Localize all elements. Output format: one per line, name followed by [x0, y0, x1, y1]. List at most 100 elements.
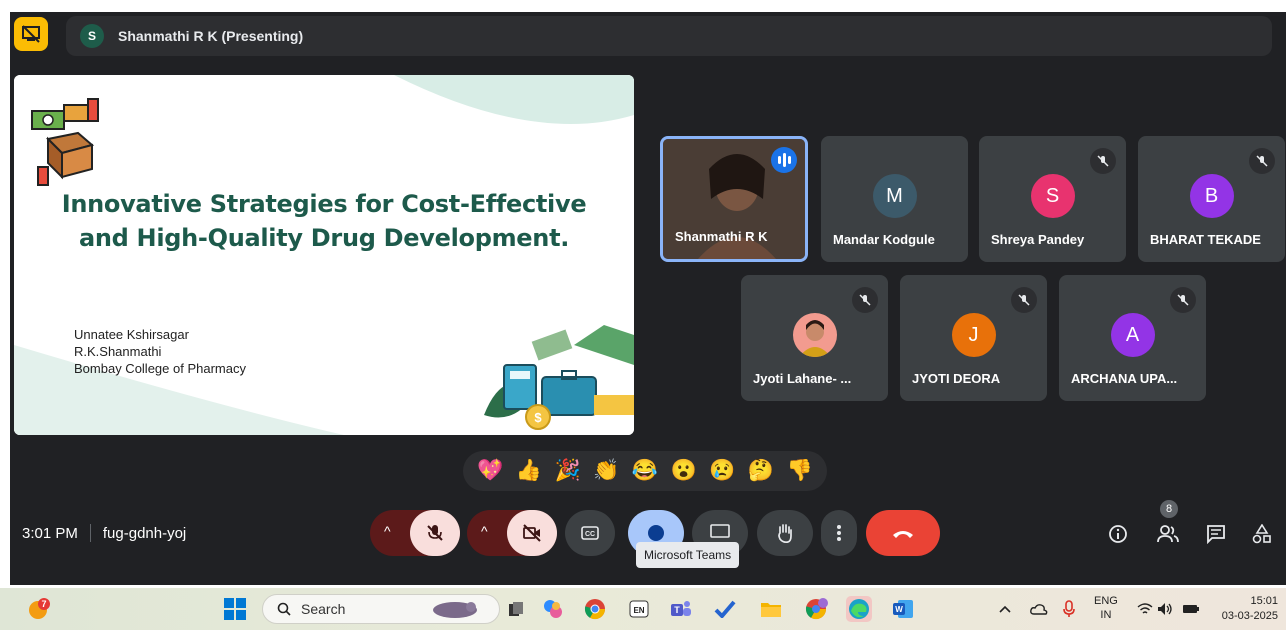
- tray-overflow-button[interactable]: [992, 596, 1018, 622]
- camera-control-group: ^: [467, 510, 557, 556]
- participant-tile-mandar[interactable]: M Mandar Kodgule: [821, 136, 968, 262]
- input-language[interactable]: ENG IN: [1094, 594, 1118, 622]
- word-app[interactable]: W: [890, 596, 916, 622]
- slide-title: Innovative Strategies for Cost-Effective…: [14, 187, 634, 255]
- edge-app[interactable]: [846, 596, 872, 622]
- slide-title-line-1: Innovative Strategies for Cost-Effective: [61, 190, 587, 218]
- participant-tile-shanmathi[interactable]: Shanmathi R K: [660, 136, 808, 262]
- presentation-off-button[interactable]: [14, 17, 48, 51]
- reaction-heart[interactable]: 💖: [477, 459, 503, 483]
- onedrive-tray[interactable]: [1026, 596, 1052, 622]
- leave-call-button[interactable]: [866, 510, 940, 556]
- more-vert-icon: [837, 525, 841, 541]
- copilot-app[interactable]: [540, 596, 566, 622]
- svg-text:T: T: [674, 605, 680, 615]
- participant-tile-jyoti-lahane[interactable]: Jyoti Lahane- ...: [741, 275, 888, 401]
- participant-name: JYOTI DEORA: [912, 371, 1001, 386]
- camera-toggle-button[interactable]: [507, 510, 557, 556]
- tooltip: Microsoft Teams: [636, 542, 740, 568]
- edge-icon: [849, 599, 869, 619]
- participant-name: Mandar Kodgule: [833, 232, 935, 247]
- participant-name: BHARAT TEKADE: [1150, 232, 1261, 247]
- taskview-button[interactable]: [503, 596, 529, 622]
- svg-text:EN: EN: [633, 606, 644, 615]
- meeting-info: 3:01 PM fug-gdnh-yoj: [22, 524, 186, 542]
- reaction-party[interactable]: 🎉: [555, 459, 581, 483]
- file-explorer-app[interactable]: [758, 596, 784, 622]
- mic-toggle-button[interactable]: [410, 510, 460, 556]
- reaction-thinking[interactable]: 🤔: [748, 459, 774, 483]
- captions-icon: CC: [581, 526, 599, 540]
- participant-tile-bharat[interactable]: B BHARAT TEKADE: [1138, 136, 1285, 262]
- camera-off-icon: [523, 524, 541, 542]
- meeting-details-button[interactable]: [1106, 522, 1130, 546]
- captions-button[interactable]: CC: [565, 510, 615, 556]
- cloud-icon: [1030, 604, 1048, 615]
- chrome-profile-icon: [805, 598, 828, 620]
- word-icon: W: [893, 600, 913, 618]
- chrome-app[interactable]: [582, 596, 608, 622]
- todo-app[interactable]: [712, 596, 738, 622]
- mic-off-icon: [852, 287, 878, 313]
- svg-text:$: $: [534, 410, 542, 425]
- reactions-bar: 💖 👍 🎉 👏 😂 😮 😢 🤔 👎: [463, 451, 827, 491]
- reaction-thumbs-up[interactable]: 👍: [516, 459, 542, 483]
- language-app[interactable]: EN: [626, 596, 652, 622]
- participant-avatar: M: [872, 174, 917, 218]
- participant-tile-shreya[interactable]: S Shreya Pandey: [979, 136, 1126, 262]
- mic-tray[interactable]: [1056, 596, 1082, 622]
- participant-tile-jyoti-deora[interactable]: J JYOTI DEORA: [900, 275, 1047, 401]
- reaction-clap[interactable]: 👏: [593, 459, 619, 483]
- svg-text:CC: CC: [585, 531, 595, 538]
- folder-icon: [761, 603, 781, 617]
- camera-options-chevron-icon[interactable]: ^: [481, 523, 488, 539]
- presenter-bar: S Shanmathi R K (Presenting): [66, 16, 1272, 56]
- participant-name: Jyoti Lahane- ...: [753, 371, 852, 386]
- taskview-icon: [509, 602, 523, 616]
- end-call-icon: [893, 531, 913, 538]
- reaction-surprised[interactable]: 😮: [671, 459, 697, 483]
- volume-tray[interactable]: [1152, 596, 1178, 622]
- money-box-icon: [31, 98, 99, 186]
- author-2: R.K.Shanmathi: [74, 344, 162, 359]
- start-button[interactable]: [222, 596, 248, 622]
- svg-text:W: W: [895, 605, 903, 614]
- mic-off-icon: [1170, 287, 1196, 313]
- taskbar: 7 Search EN T W ENG IN 15:01 03-03-2025: [0, 588, 1286, 630]
- svg-text:7: 7: [41, 599, 46, 609]
- reaction-sad[interactable]: 😢: [709, 459, 735, 483]
- divider: [89, 524, 91, 542]
- present-icon: [710, 524, 730, 538]
- mic-options-chevron-icon[interactable]: ^: [384, 523, 391, 539]
- hand-icon: [778, 524, 792, 544]
- chrome-profile-app[interactable]: [804, 596, 830, 622]
- mic-control-group: ^: [370, 510, 460, 556]
- participant-tile-archana[interactable]: A ARCHANA UPA...: [1059, 275, 1206, 401]
- activities-icon: [1252, 524, 1271, 544]
- teams-app[interactable]: T: [668, 596, 694, 622]
- participant-avatar: J: [951, 313, 996, 357]
- windows-icon: [224, 598, 246, 620]
- speaking-indicator-icon: [771, 147, 797, 173]
- more-options-button[interactable]: [821, 510, 857, 556]
- emoji-icon: [648, 525, 664, 541]
- battery-tray[interactable]: [1178, 596, 1204, 622]
- weather-widget[interactable]: 7: [26, 596, 52, 622]
- search-highlight-icon: [433, 602, 478, 618]
- region-code: IN: [1100, 609, 1112, 621]
- meeting-time: 3:01 PM: [22, 524, 78, 542]
- reaction-laugh[interactable]: 😂: [632, 459, 658, 483]
- speaker-icon: [1158, 603, 1172, 615]
- taskbar-search[interactable]: Search: [262, 594, 500, 624]
- taskbar-clock[interactable]: 15:01 03-03-2025: [1214, 594, 1278, 624]
- people-button[interactable]: [1156, 522, 1180, 546]
- raise-hand-button[interactable]: [757, 510, 813, 556]
- chat-button[interactable]: [1204, 522, 1228, 546]
- weather-icon: 7: [29, 598, 50, 619]
- slide-title-line-2: and High-Quality Drug Development.: [78, 224, 570, 252]
- clock-time: 15:01: [1250, 595, 1278, 607]
- activities-button[interactable]: [1250, 522, 1274, 546]
- reaction-thumbs-down[interactable]: 👎: [787, 459, 813, 483]
- chat-icon: [1207, 525, 1225, 544]
- chrome-icon: [584, 599, 606, 620]
